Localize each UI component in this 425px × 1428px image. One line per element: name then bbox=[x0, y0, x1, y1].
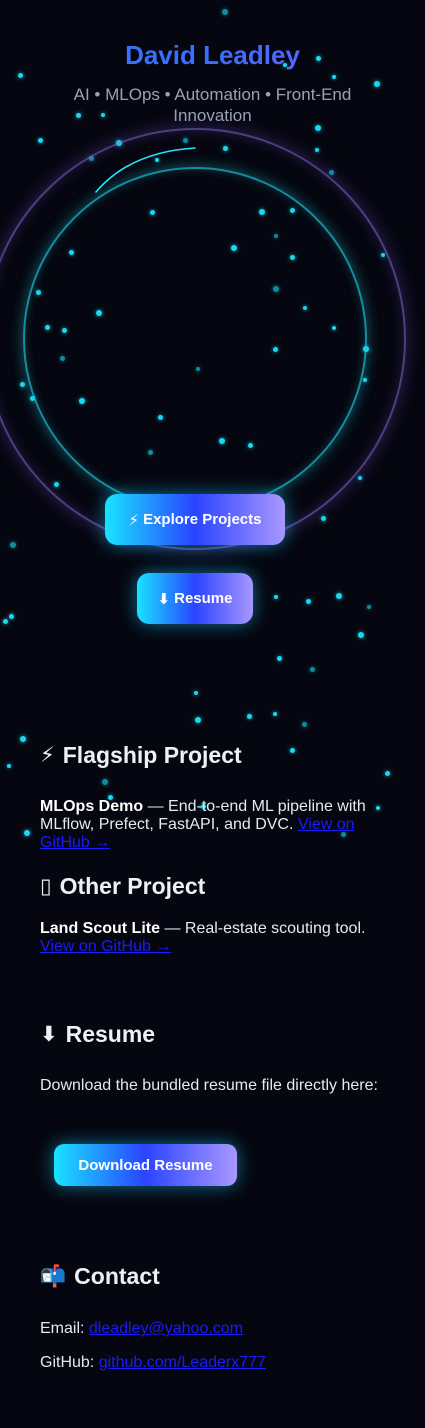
email-label: Email: bbox=[40, 1320, 89, 1337]
star-dot bbox=[7, 764, 11, 768]
orbit-arc bbox=[95, 147, 196, 193]
explore-projects-button[interactable]: ⚡ Explore Projects bbox=[105, 494, 285, 545]
contact-email-line: Email: dleadley@yahoo.com bbox=[40, 1320, 390, 1338]
hero-section: David Leadley AI • MLOps • Automation • … bbox=[0, 0, 425, 700]
github-link[interactable]: github.com/Leaderx777 bbox=[99, 1354, 266, 1371]
other-heading-text: Other Project bbox=[59, 873, 206, 899]
mailbox-icon: 📬 bbox=[40, 1264, 67, 1288]
hero-name: David Leadley bbox=[0, 40, 425, 71]
flagship-project-card: MLOps Demo — End-to-end ML pipeline with… bbox=[40, 798, 390, 852]
star-dot bbox=[273, 712, 277, 716]
resume-heading: ⬇ Resume bbox=[40, 1021, 390, 1048]
star-dot bbox=[384, 770, 390, 776]
star-dot bbox=[102, 779, 108, 785]
lightning-icon: ⚡ bbox=[40, 744, 55, 767]
contact-heading: 📬 Contact bbox=[40, 1263, 390, 1290]
explore-projects-label: Explore Projects bbox=[143, 511, 262, 528]
download-icon: ⬇ bbox=[157, 590, 171, 608]
star-dot bbox=[195, 717, 201, 723]
download-icon: ⬇ bbox=[40, 1023, 58, 1046]
resume-heading-wrap: ⬇ Resume bbox=[40, 1021, 390, 1048]
inner-glow-ring bbox=[23, 167, 367, 511]
flagship-project-heading: ⚡ Flagship Project bbox=[40, 742, 390, 769]
other-project-heading: ▯ Other Project bbox=[40, 873, 390, 900]
resume-button-label: Resume bbox=[174, 590, 233, 607]
resume-heading-text: Resume bbox=[65, 1021, 156, 1047]
other-project-description: Land Scout Lite — Real-estate scouting t… bbox=[40, 920, 390, 956]
other-project-name: Land Scout Lite bbox=[40, 920, 160, 937]
contact-github-line: GitHub: github.com/Leaderx777 bbox=[40, 1354, 390, 1372]
other-project-heading-wrap: ▯ Other Project bbox=[40, 873, 390, 900]
contact-email-row: Email: dleadley@yahoo.com bbox=[40, 1320, 390, 1338]
resume-description-wrap: Download the bundled resume file directl… bbox=[40, 1077, 390, 1095]
download-resume-button[interactable]: Download Resume bbox=[54, 1144, 237, 1186]
other-project-card: Land Scout Lite — Real-estate scouting t… bbox=[40, 920, 390, 956]
other-desc-text: — Real-estate scouting tool. bbox=[160, 920, 366, 937]
flagship-project-heading-wrap: ⚡ Flagship Project bbox=[40, 742, 390, 769]
contact-heading-text: Contact bbox=[74, 1263, 160, 1289]
flagship-heading-text: Flagship Project bbox=[62, 742, 242, 768]
resume-button[interactable]: ⬇ Resume bbox=[137, 573, 253, 624]
lightning-icon: ⚡ bbox=[128, 511, 140, 529]
hero-tagline: AI • MLOps • Automation • Front-End Inno… bbox=[73, 85, 352, 125]
contact-heading-wrap: 📬 Contact bbox=[40, 1263, 390, 1290]
star-dot bbox=[301, 721, 307, 727]
box-icon: ▯ bbox=[40, 875, 52, 898]
resume-description: Download the bundled resume file directl… bbox=[40, 1077, 378, 1094]
github-label: GitHub: bbox=[40, 1354, 99, 1371]
other-github-link[interactable]: View on GitHub → bbox=[40, 938, 171, 955]
star-dot bbox=[246, 713, 252, 719]
flagship-project-description: MLOps Demo — End-to-end ML pipeline with… bbox=[40, 798, 390, 852]
email-link[interactable]: dleadley@yahoo.com bbox=[89, 1320, 243, 1337]
contact-github-row: GitHub: github.com/Leaderx777 bbox=[40, 1354, 390, 1372]
star-dot bbox=[24, 830, 30, 836]
flagship-project-name: MLOps Demo bbox=[40, 798, 144, 815]
star-dot bbox=[20, 736, 26, 742]
